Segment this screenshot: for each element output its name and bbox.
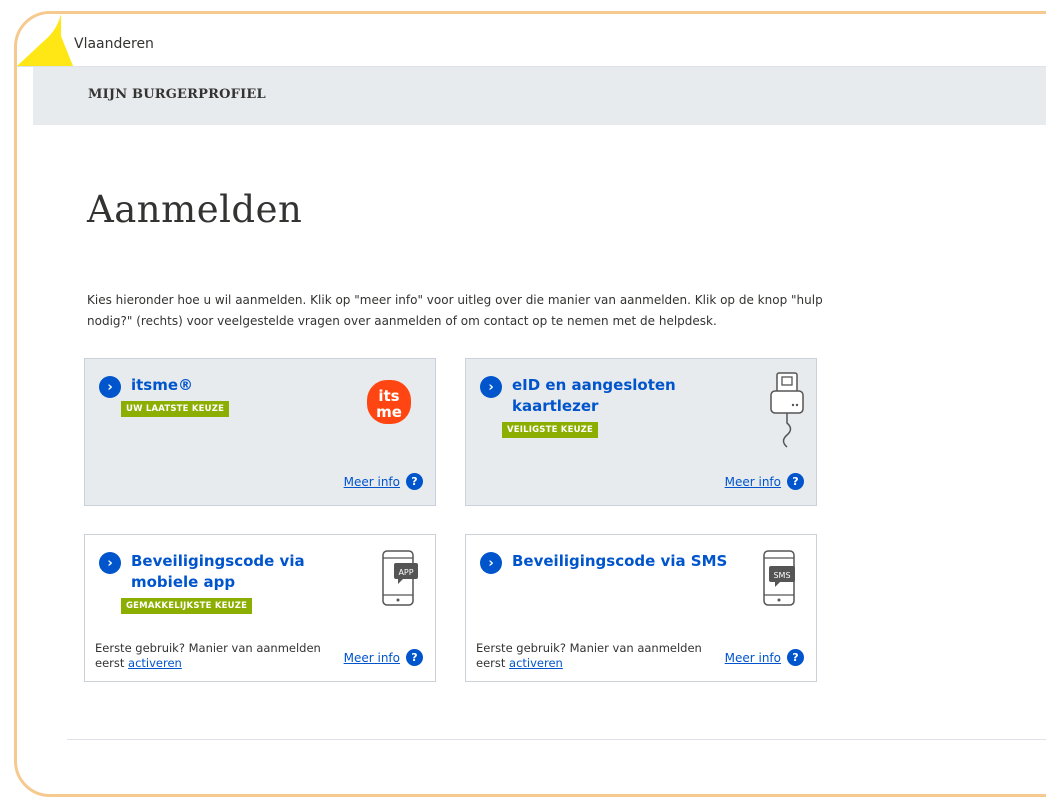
chevron-right-icon: › — [99, 376, 121, 398]
login-option-sms[interactable]: › Beveiligingscode via SMS SMS Eerste ge… — [465, 534, 817, 682]
help-icon[interactable]: ? — [787, 473, 804, 490]
browser-frame: Vlaanderen MIJN BURGERPROFIEL Aanmelden … — [14, 11, 1046, 797]
intro-text: Kies hieronder hoe u wil aanmelden. Klik… — [87, 293, 823, 328]
top-bar: Vlaanderen — [17, 14, 1046, 67]
more-info-link[interactable]: Meer info — [725, 651, 781, 665]
itsme-logo-text: me — [376, 403, 402, 421]
more-info: Meer info ? — [344, 649, 423, 666]
chevron-right-icon: › — [99, 552, 121, 574]
app-label: APP — [398, 568, 413, 577]
card-reader-icon — [770, 372, 804, 448]
phone-sms-icon: SMS — [763, 550, 795, 606]
option-title[interactable]: eID en aangesloten kaartlezer — [512, 375, 702, 417]
status-badge: GEMAKKELIJKSTE KEUZE — [121, 598, 253, 614]
option-title[interactable]: itsme® — [131, 375, 229, 396]
help-icon[interactable]: ? — [406, 649, 423, 666]
more-info-link[interactable]: Meer info — [344, 475, 400, 489]
more-info-link[interactable]: Meer info — [725, 475, 781, 489]
help-icon[interactable]: ? — [787, 649, 804, 666]
option-title[interactable]: Beveiligingscode via SMS — [512, 551, 752, 572]
phone-app-icon: APP — [382, 550, 418, 606]
flanders-flag-icon — [17, 14, 73, 66]
profile-header: MIJN BURGERPROFIEL — [33, 67, 1046, 125]
more-info: Meer info ? — [344, 473, 423, 490]
activate-link[interactable]: activeren — [509, 656, 563, 670]
itsme-logo: its me — [367, 380, 411, 424]
page-title: Aanmelden — [87, 188, 303, 231]
profile-title[interactable]: MIJN BURGERPROFIEL — [88, 87, 266, 102]
login-option-mobile-app[interactable]: › Beveiligingscode via mobiele app GEMAK… — [84, 534, 436, 682]
help-icon[interactable]: ? — [406, 473, 423, 490]
status-badge: VEILIGSTE KEUZE — [502, 422, 599, 438]
more-info: Meer info ? — [725, 649, 804, 666]
status-badge: UW LAATSTE KEUZE — [121, 401, 230, 417]
brand-name[interactable]: Vlaanderen — [74, 36, 154, 52]
login-option-itsme[interactable]: › itsme® UW LAATSTE KEUZE its me Meer in… — [84, 358, 436, 506]
footer-divider — [67, 739, 1046, 740]
sms-label: SMS — [773, 571, 790, 580]
chevron-right-icon: › — [480, 552, 502, 574]
option-title[interactable]: Beveiligingscode via mobiele app — [131, 551, 351, 593]
activate-link[interactable]: activeren — [128, 656, 182, 670]
more-info-link[interactable]: Meer info — [344, 651, 400, 665]
first-use-note: Eerste gebruik? Manier van aanmelden eer… — [476, 641, 716, 671]
chevron-right-icon: › — [480, 376, 502, 398]
login-option-eid[interactable]: › eID en aangesloten kaartlezer VEILIGST… — [465, 358, 817, 506]
more-info: Meer info ? — [725, 473, 804, 490]
first-use-note: Eerste gebruik? Manier van aanmelden eer… — [95, 641, 335, 671]
